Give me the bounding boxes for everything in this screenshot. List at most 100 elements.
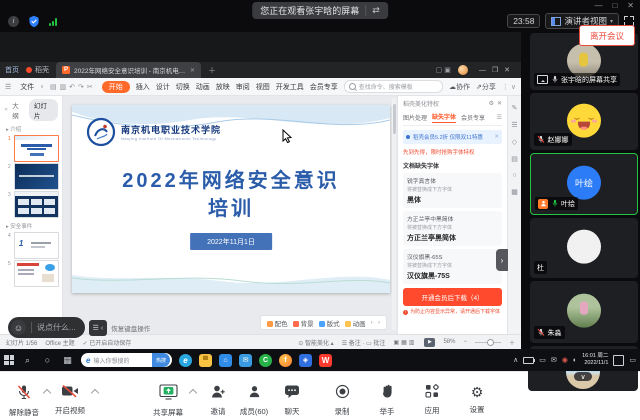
tray-expand-icon[interactable]: ∧	[513, 356, 518, 364]
panel-menu-icon[interactable]: ☰	[497, 114, 502, 121]
switch-view-icon[interactable]: ⇄	[365, 5, 380, 16]
notice-close-icon[interactable]: ✕	[494, 134, 499, 140]
canvas-scrollbar[interactable]	[392, 98, 396, 330]
tray-mail-icon[interactable]: ✉	[551, 356, 557, 364]
mail-icon[interactable]: ✉	[239, 354, 252, 367]
taskbar-search-box[interactable]: e 输入你想搜的 热搜	[81, 353, 172, 367]
menu-transition[interactable]: 切换	[176, 82, 190, 92]
action-center-icon[interactable]	[613, 355, 624, 366]
firefox-icon[interactable]: f	[279, 354, 292, 367]
participant-tile-active-speaker[interactable]: 叶绘 叶绘	[530, 153, 638, 215]
settings-button[interactable]: ⚙ 设置	[455, 384, 499, 415]
tab-image-process[interactable]: 图片处理	[403, 113, 427, 122]
rail-clock-icon[interactable]: ○	[512, 172, 516, 179]
start-button[interactable]	[4, 355, 14, 365]
zoom-in-button[interactable]: ＋	[509, 338, 515, 347]
rail-list-icon[interactable]: ☰	[511, 121, 517, 129]
file-explorer-icon[interactable]: ▀	[199, 354, 212, 367]
menu-start[interactable]: 开始	[102, 81, 130, 93]
taskbar-search-icon[interactable]: ⌕	[21, 355, 34, 366]
browser-360-icon[interactable]: C	[259, 354, 272, 367]
slide-thumb-3[interactable]: 3	[0, 190, 62, 218]
member-promo-notice[interactable]: 稻壳会员5.2折 仅限双11特惠 ✕	[403, 130, 502, 144]
share-button[interactable]: ⇗分享	[476, 82, 496, 92]
command-search-input[interactable]: 查找命令、搜索模板	[344, 80, 443, 93]
font-card[interactable]: 方正兰亭中黑简体 将被替换成下方字体 方正兰亭黑简体	[403, 211, 502, 246]
store-icon[interactable]: ⌂	[219, 354, 232, 367]
cortana-icon[interactable]: ○	[41, 355, 54, 365]
leave-meeting-button[interactable]: 离开会议	[579, 25, 635, 46]
tab-member[interactable]: 会员专享	[461, 113, 485, 122]
share-screen-button[interactable]: 共享屏幕	[146, 384, 190, 418]
font-card[interactable]: 锐字真言体 将被替换成下方字体 黑体	[403, 173, 502, 208]
tab-close-icon[interactable]: ✕	[190, 67, 195, 74]
wps-account-avatar[interactable]	[458, 65, 468, 75]
menu-slideshow[interactable]: 放映	[216, 82, 230, 92]
panel-close-icon[interactable]: ✕	[497, 100, 502, 107]
wps-document-tab[interactable]: P 2022年网络安全意识培训 - 南京机电职业技术学院 ✕	[56, 62, 201, 78]
tray-volume-icon[interactable]: ◐	[573, 357, 577, 364]
unmute-button[interactable]: 解除静音	[2, 384, 46, 418]
task-view-icon[interactable]: ▦	[61, 355, 74, 366]
download-fonts-button[interactable]: 开通会员后下载（4）	[403, 288, 502, 306]
collab-button[interactable]: ☁协作	[449, 82, 470, 92]
tab-missing-fonts[interactable]: 缺失字体	[432, 112, 456, 123]
wps-home-tab[interactable]: 首页	[5, 65, 19, 75]
menu-review[interactable]: 审阅	[236, 82, 250, 92]
participant-tile[interactable]: 赵娜娜	[530, 93, 638, 150]
zoom-out-button[interactable]: −	[463, 339, 467, 345]
raise-hand-button[interactable]: 举手	[365, 384, 409, 417]
rail-star-icon[interactable]: ◇	[512, 138, 517, 146]
wps-docer-tab[interactable]: 稻壳	[26, 65, 49, 75]
start-video-button[interactable]: 开启视频	[48, 384, 92, 416]
collapse-sidebar-chevron-icon[interactable]: ∨	[574, 372, 592, 381]
outline-tab[interactable]: 大纲	[12, 100, 25, 120]
emoji-icon[interactable]: ☺	[11, 320, 26, 335]
participant-tile[interactable]: 杜	[530, 218, 638, 278]
slide-thumb-2[interactable]: 2	[0, 162, 62, 190]
new-tab-button[interactable]: ＋	[208, 65, 216, 76]
menu-design[interactable]: 设计	[156, 82, 170, 92]
smart-beautify-button[interactable]: ⊙ 智能美化 ▴	[298, 338, 333, 347]
panel-collapse-handle[interactable]: ›	[496, 249, 508, 271]
slide-canvas[interactable]: 南京机电职业技术学院 Nanjing Institute Of Mechatro…	[63, 96, 397, 334]
quick-access-icons[interactable]: ▤▥↶↷✂	[50, 83, 96, 91]
quickbar-color[interactable]: 配色	[267, 318, 288, 328]
record-button[interactable]: 录制	[320, 384, 364, 417]
rail-edit-icon[interactable]: ✎	[512, 104, 518, 112]
quickbar-prev-icon[interactable]: ‹	[371, 319, 373, 326]
slide-thumb-1[interactable]: 1	[0, 134, 62, 162]
menu-devtools[interactable]: 开发工具	[276, 82, 304, 92]
edge-browser-icon[interactable]: e	[179, 354, 192, 367]
layout-switch-icons[interactable]: ▢ ▣	[436, 66, 451, 74]
wps-window-controls[interactable]: —❐✕	[479, 66, 516, 74]
promo-link[interactable]: 先到先得，限时抢购字体特权	[403, 148, 502, 156]
video-options-chevron[interactable]	[91, 389, 99, 397]
tray-app-icon[interactable]: ◉	[562, 356, 568, 364]
hot-search-badge[interactable]: 热搜	[152, 353, 170, 367]
quickbar-layout[interactable]: 版式	[319, 318, 340, 328]
quick-chat-input[interactable]: ☺ 说点什么...	[8, 317, 85, 338]
slide-thumb-5[interactable]: 5	[0, 259, 62, 287]
rail-layout-icon[interactable]: ▤	[511, 155, 518, 163]
notes-button[interactable]: ☰ 备注 · ▭ 批注	[342, 338, 386, 347]
section-label[interactable]: ▸ 安全事件	[0, 218, 62, 231]
font-card[interactable]: 汉仪旗黑-65S 将被替换成下方字体 汉仪旗黑-75S	[403, 249, 502, 284]
view-mode-icons[interactable]: ▣▦▥	[393, 339, 416, 346]
participant-tile[interactable]: 朱淼	[530, 281, 638, 343]
section-label[interactable]: ▸ 介绍	[0, 121, 62, 134]
dingtalk-icon[interactable]: ◈	[299, 354, 312, 367]
file-menu[interactable]: 文件	[20, 82, 34, 92]
chat-button[interactable]: 聊天	[270, 384, 314, 417]
panel-settings-icon[interactable]: ⚙	[489, 100, 494, 107]
zoom-slider[interactable]	[475, 342, 501, 343]
rail-grid-icon[interactable]: ▦	[511, 188, 518, 196]
slides-tab[interactable]: 幻灯片	[29, 99, 58, 121]
tray-display-icon[interactable]: ▭	[539, 356, 546, 364]
taskbar-clock[interactable]: 16:01 周二 2022/11/1	[582, 353, 608, 367]
slide-thumb-4[interactable]: 4 1	[0, 231, 62, 259]
participant-tile[interactable]: ∨	[528, 371, 638, 391]
wps-icon[interactable]: W	[319, 354, 332, 367]
hamburger-icon[interactable]: ☰	[5, 83, 14, 91]
panel-close-icon[interactable]: ✕	[4, 107, 8, 113]
